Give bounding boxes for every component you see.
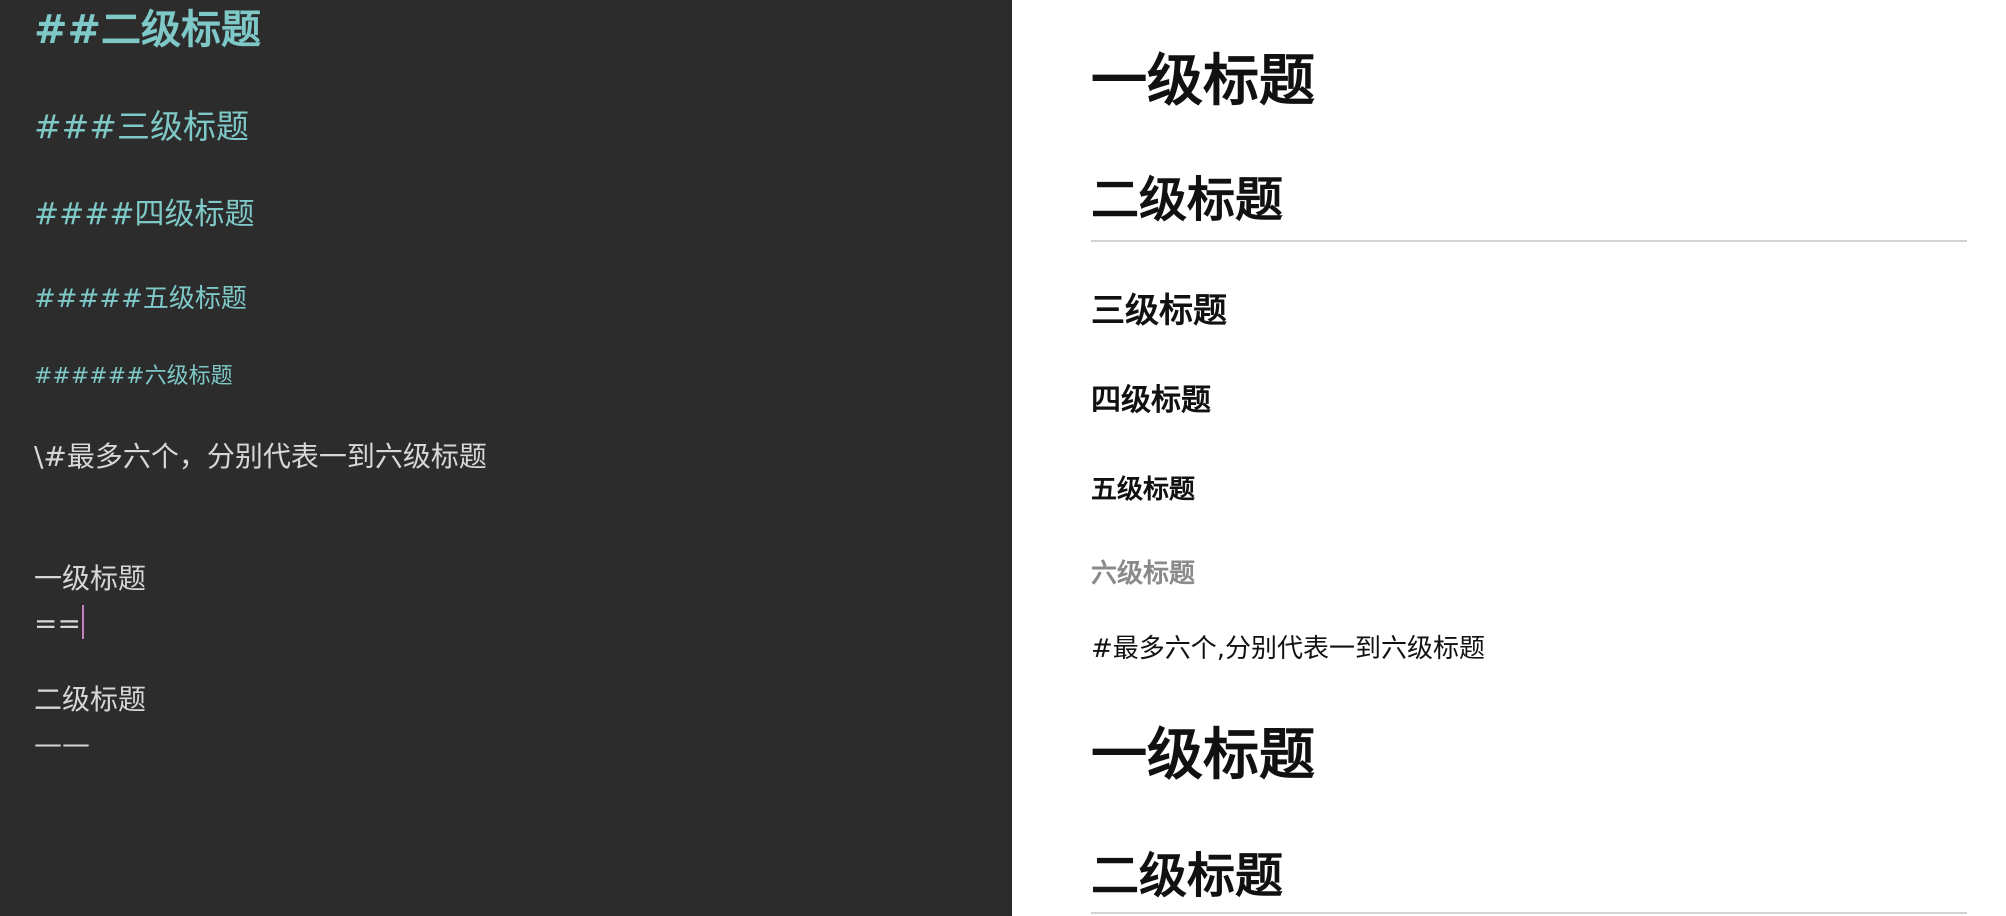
setext-h1-marker-text: == [34, 607, 81, 640]
editor-line-h3[interactable]: ###三级标题 [34, 110, 249, 143]
preview-paragraph: #最多六个,分别代表一到六级标题 [1091, 634, 1486, 664]
preview-h1: 一级标题 [1091, 49, 1315, 114]
editor-line-setext-h2-text[interactable]: 二级标题 [34, 686, 146, 714]
preview-setext-h2-underline [1091, 912, 1967, 914]
preview-h4: 四级标题 [1091, 383, 1211, 418]
preview-h5: 五级标题 [1091, 475, 1196, 505]
editor-line-setext-h1-marker[interactable]: == [34, 605, 84, 640]
editor-line-h4[interactable]: ####四级标题 [34, 200, 255, 230]
preview-h2-underline [1091, 240, 1967, 242]
editor-line-setext-h1-text[interactable]: 一级标题 [34, 565, 146, 593]
preview-setext-h1: 一级标题 [1091, 723, 1315, 788]
preview-h6: 六级标题 [1091, 559, 1196, 589]
editor-line-escaped-hash[interactable]: \#最多六个，分别代表一到六级标题 [34, 443, 487, 471]
preview-h2: 二级标题 [1091, 172, 1284, 228]
text-caret [81, 605, 84, 639]
preview-setext-h2: 二级标题 [1091, 848, 1284, 904]
markdown-editor-pane[interactable]: ##二级标题 ###三级标题 ####四级标题 #####五级标题 ######… [0, 0, 1012, 916]
editor-line-h2[interactable]: ##二级标题 [34, 10, 261, 50]
editor-line-h6[interactable]: ######六级标题 [34, 366, 233, 388]
preview-h3: 三级标题 [1091, 291, 1227, 331]
editor-line-h5[interactable]: #####五级标题 [34, 286, 247, 312]
editor-line-setext-h2-marker[interactable]: —— [34, 730, 90, 758]
